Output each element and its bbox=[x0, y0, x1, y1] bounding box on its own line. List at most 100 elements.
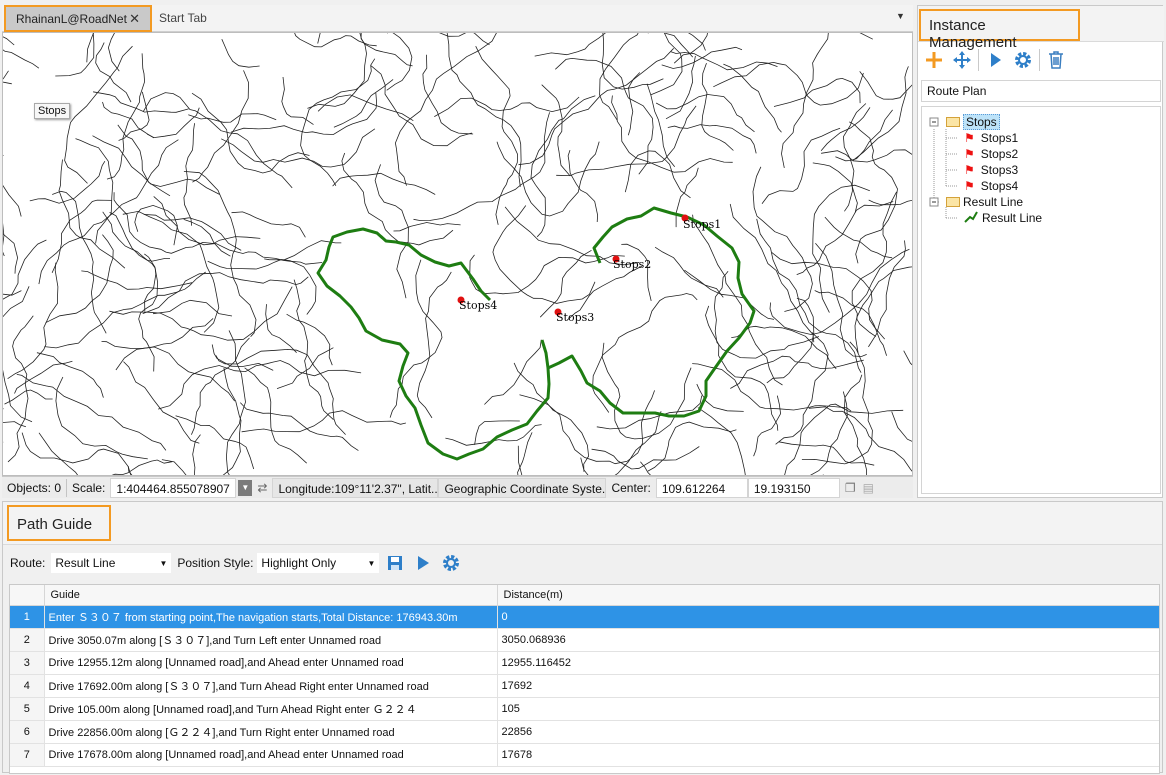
play-icon[interactable] bbox=[409, 549, 437, 577]
road-segment bbox=[784, 403, 904, 475]
road-segment bbox=[665, 55, 696, 120]
road-segment bbox=[647, 33, 706, 51]
road-segment bbox=[3, 233, 19, 274]
column-header-guide[interactable]: Guide bbox=[44, 585, 498, 606]
row-number-cell: 1 bbox=[10, 605, 45, 629]
road-segment bbox=[14, 360, 73, 394]
table-row[interactable]: 7 Drive 17678.00m along [Unnamed road],an… bbox=[10, 743, 1159, 767]
objects-count: Objects: 0 bbox=[7, 480, 62, 495]
road-segment bbox=[7, 315, 34, 463]
road-segment bbox=[591, 446, 700, 470]
road-segment bbox=[796, 201, 894, 275]
tree-item-label: Stops2 bbox=[980, 147, 1019, 161]
road-segment bbox=[134, 204, 178, 246]
table-header-row: Guide Distance(m) bbox=[10, 585, 1159, 606]
tab-roadnet-map[interactable]: RhainanL@RoadNet ✕ bbox=[4, 5, 152, 32]
road-segment bbox=[161, 367, 242, 475]
road-segment bbox=[778, 441, 875, 466]
road-segment bbox=[44, 271, 206, 349]
instance-panel-header: Instance Management bbox=[918, 6, 1164, 51]
instance-panel-title[interactable]: Instance Management bbox=[919, 9, 1080, 51]
distance-cell: 17692 bbox=[497, 674, 1159, 698]
guide-cell: Enter Ｓ３０７ from starting point,The navig… bbox=[44, 605, 498, 629]
road-segment bbox=[241, 410, 406, 433]
road-segment bbox=[3, 70, 22, 217]
tree-item-result-line[interactable]: Result Line bbox=[964, 210, 1042, 226]
road-segment bbox=[192, 70, 249, 183]
road-segment bbox=[183, 123, 195, 226]
tree-result-group-label: Result Line bbox=[963, 195, 1024, 209]
scale-dropdown-icon[interactable]: ▼ bbox=[238, 479, 253, 496]
position-style-value: Highlight Only bbox=[261, 556, 337, 570]
road-segment bbox=[29, 160, 106, 204]
road-segment bbox=[117, 124, 171, 197]
center-x-input[interactable]: 109.612264 bbox=[655, 477, 748, 498]
settings-icon[interactable] bbox=[1009, 46, 1037, 74]
road-segment bbox=[332, 172, 436, 195]
path-guide-title[interactable]: Path Guide bbox=[7, 505, 111, 541]
table-row[interactable]: 6 Drive 22856.00m along [Ｇ２２４],and Turn R… bbox=[10, 720, 1159, 744]
road-segment bbox=[115, 318, 214, 371]
road-segment bbox=[4, 389, 53, 405]
road-segment bbox=[389, 259, 443, 418]
move-icon[interactable] bbox=[948, 46, 976, 74]
road-segment bbox=[692, 214, 783, 386]
swap-icon[interactable]: ⇄ bbox=[252, 478, 272, 498]
coordinate-system[interactable]: Geographic Coordinate Syste... bbox=[438, 477, 607, 498]
column-header-distance[interactable]: Distance(m) bbox=[497, 585, 1159, 606]
tree-item-stops2[interactable]: ⚑ Stops2 bbox=[964, 146, 1018, 162]
add-icon[interactable] bbox=[920, 46, 948, 74]
road-segment bbox=[3, 36, 15, 46]
row-number-cell: 5 bbox=[10, 697, 45, 721]
run-icon[interactable] bbox=[981, 46, 1009, 74]
scale-input[interactable]: 1:404464.855078907 bbox=[110, 477, 237, 498]
road-segment bbox=[221, 39, 260, 68]
road-segment bbox=[697, 407, 746, 475]
tree-item-stops1[interactable]: ⚑ Stops1 bbox=[964, 130, 1018, 146]
road-segment bbox=[646, 83, 676, 168]
path-guide-panel: Path Guide Route: Result Line ▼ Position… bbox=[2, 501, 1163, 774]
position-style-select[interactable]: Highlight Only ▼ bbox=[257, 553, 380, 573]
close-icon[interactable]: ✕ bbox=[129, 11, 140, 27]
road-segment bbox=[225, 330, 246, 475]
route-select[interactable]: Result Line ▼ bbox=[51, 553, 172, 573]
road-segment bbox=[513, 362, 590, 472]
stop-label-3: Stops3 bbox=[556, 311, 594, 324]
road-segment bbox=[891, 411, 912, 442]
gear-icon[interactable] bbox=[437, 549, 465, 577]
tree-stops-group[interactable]: Stops bbox=[946, 114, 1000, 130]
table-row[interactable]: 2 Drive 3050.07m along [Ｓ３０７],and Turn Le… bbox=[10, 628, 1159, 652]
table-row[interactable]: 3 Drive 12955.12m along [Unnamed road],an… bbox=[10, 651, 1159, 675]
tree-item-label: Stops1 bbox=[980, 131, 1019, 145]
chevron-down-icon: ▼ bbox=[367, 558, 376, 568]
tree-result-group[interactable]: Result Line bbox=[946, 194, 1023, 210]
tab-list-dropdown-icon[interactable]: ▼ bbox=[896, 11, 905, 21]
map-view[interactable]: Stops1 Stops2 Stops3 Stops4 Stops bbox=[2, 32, 913, 476]
road-segment bbox=[592, 293, 698, 413]
road-segment bbox=[859, 33, 873, 40]
table-row[interactable]: 5 Drive 105.00m along [Unnamed road],and … bbox=[10, 697, 1159, 721]
delete-icon[interactable] bbox=[1042, 46, 1070, 74]
table-row[interactable]: 4 Drive 17692.00m along [Ｓ３０７],and Turn A… bbox=[10, 674, 1159, 698]
save-icon[interactable] bbox=[381, 549, 409, 577]
route-select-value: Result Line bbox=[55, 556, 116, 570]
road-segment bbox=[55, 376, 148, 460]
row-number-cell: 7 bbox=[10, 743, 45, 767]
tree-item-label: Stops3 bbox=[980, 163, 1019, 177]
tree-item-stops3[interactable]: ⚑ Stops3 bbox=[964, 162, 1018, 178]
route-plan-field[interactable]: Route Plan bbox=[921, 80, 1161, 102]
tab-start[interactable]: Start Tab bbox=[159, 11, 207, 25]
table-row[interactable]: 1 Enter Ｓ３０７ from starting point,The navi… bbox=[10, 605, 1159, 629]
road-segment bbox=[317, 94, 414, 122]
distance-cell: 12955.116452 bbox=[497, 651, 1159, 675]
copy-icon[interactable]: ❐ bbox=[840, 478, 861, 498]
road-segment bbox=[300, 58, 376, 186]
road-segment bbox=[820, 107, 871, 152]
road-network-map[interactable]: Stops1 Stops2 Stops3 Stops4 bbox=[3, 33, 913, 476]
distance-cell: 17678 bbox=[497, 743, 1159, 767]
tree-stops-group-label: Stops bbox=[963, 114, 1000, 130]
paste-icon[interactable]: ▤ bbox=[861, 478, 876, 498]
distance-cell: 22856 bbox=[497, 720, 1159, 744]
center-y-input[interactable]: 19.193150 bbox=[747, 477, 840, 498]
tree-item-stops4[interactable]: ⚑ Stops4 bbox=[964, 178, 1018, 194]
